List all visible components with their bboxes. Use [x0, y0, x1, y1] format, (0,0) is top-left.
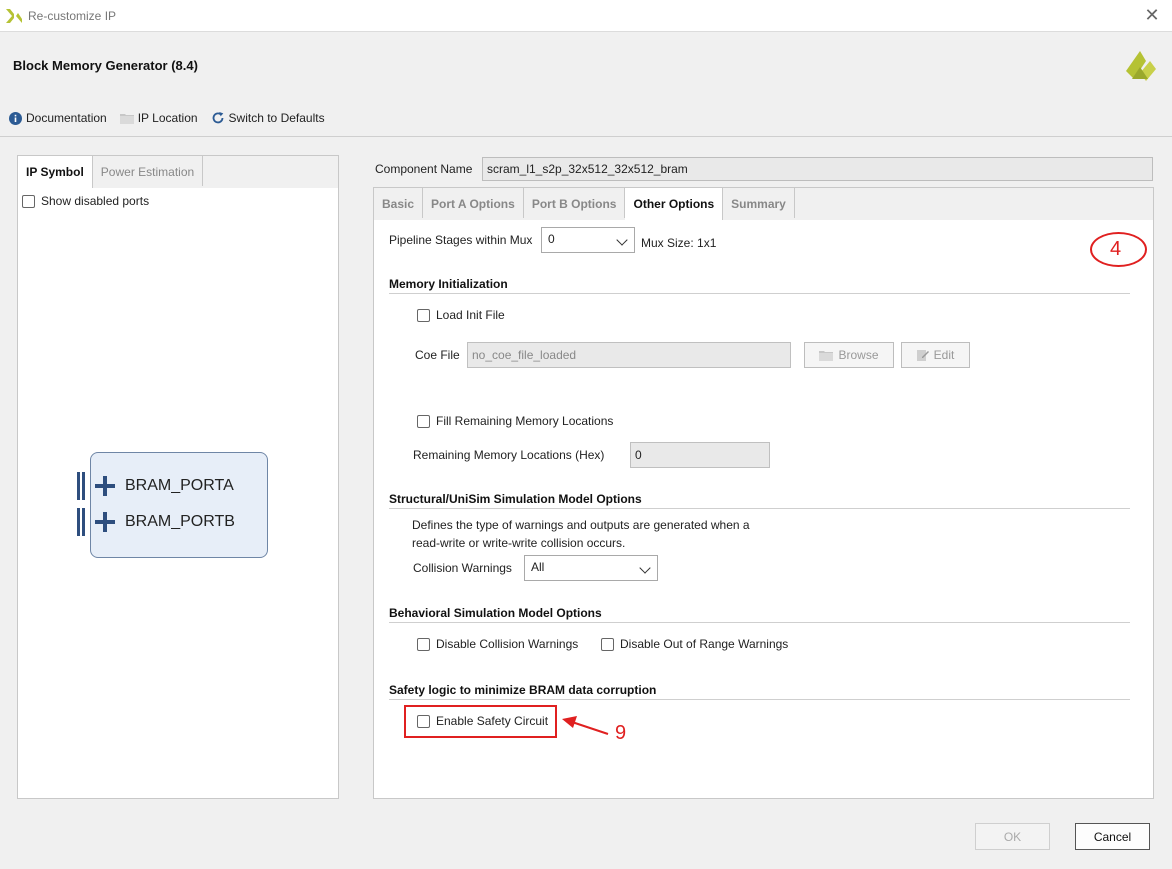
- tab-summary[interactable]: Summary: [723, 188, 795, 218]
- options-tab-bar: Basic Port A Options Port B Options Othe…: [374, 188, 1153, 220]
- load-init-file-checkbox[interactable]: [417, 308, 430, 322]
- structural-description-line2: read-write or write-write collision occu…: [412, 536, 626, 550]
- remaining-memory-label: Remaining Memory Locations (Hex): [413, 448, 605, 462]
- folder-icon: [119, 111, 134, 125]
- tab-ip-symbol[interactable]: IP Symbol: [18, 156, 93, 188]
- mux-size-label: Mux Size: 1x1: [641, 236, 717, 250]
- browse-label: Browse: [838, 348, 879, 362]
- folder-icon: [819, 351, 834, 361]
- port-a-label: BRAM_PORTA: [125, 477, 234, 494]
- show-disabled-ports-checkbox[interactable]: [22, 194, 35, 208]
- tab-port-a-options[interactable]: Port A Options: [423, 188, 524, 218]
- safety-heading: Safety logic to minimize BRAM data corru…: [389, 683, 657, 697]
- plus-icon: [95, 512, 115, 532]
- ip-location-button[interactable]: IP Location: [119, 111, 198, 125]
- disable-collision-option: Disable Collision Warnings: [417, 637, 578, 651]
- memory-initialization-heading: Memory Initialization: [389, 277, 508, 291]
- chevron-down-icon: [616, 234, 628, 246]
- divider: [389, 622, 1130, 623]
- remaining-memory-field[interactable]: 0: [630, 442, 770, 468]
- annotation-arrow-icon: [562, 716, 609, 735]
- pipeline-stages-label: Pipeline Stages within Mux: [389, 233, 533, 247]
- window-title: Re-customize IP: [28, 9, 117, 23]
- documentation-label: Documentation: [26, 111, 107, 125]
- edit-icon: [916, 350, 929, 361]
- xilinx-logo-icon: [6, 9, 22, 23]
- switch-defaults-label: Switch to Defaults: [228, 111, 325, 125]
- edit-label: Edit: [933, 348, 955, 362]
- left-tab-bar: IP Symbol Power Estimation: [18, 156, 338, 188]
- title-bar: Re-customize IP ✕: [0, 0, 1172, 32]
- show-disabled-ports-option: Show disabled ports: [22, 194, 149, 208]
- tab-other-options[interactable]: Other Options: [625, 188, 724, 220]
- annotation-label-4: 4: [1110, 238, 1122, 260]
- component-name-label: Component Name: [375, 162, 473, 176]
- component-name-field[interactable]: scram_l1_s2p_32x512_32x512_bram: [482, 157, 1153, 181]
- switch-defaults-button[interactable]: Switch to Defaults: [211, 111, 325, 125]
- disable-range-label: Disable Out of Range Warnings: [620, 637, 789, 651]
- coe-file-field[interactable]: no_coe_file_loaded: [467, 342, 791, 368]
- collision-warnings-label: Collision Warnings: [413, 561, 512, 575]
- divider: [389, 699, 1130, 700]
- load-init-file-option: Load Init File: [417, 308, 505, 322]
- close-icon[interactable]: ✕: [1142, 5, 1162, 25]
- documentation-button[interactable]: Documentation: [8, 111, 107, 125]
- bus-icon: [77, 472, 85, 500]
- divider: [389, 508, 1130, 509]
- chevron-down-icon: [639, 562, 651, 574]
- collision-warnings-value: All: [531, 560, 545, 574]
- disable-range-option: Disable Out of Range Warnings: [601, 637, 788, 651]
- ip-name-title: Block Memory Generator (8.4): [13, 58, 198, 73]
- browse-button[interactable]: Browse: [804, 342, 894, 368]
- port-a-row[interactable]: BRAM_PORTA: [77, 472, 234, 500]
- header: Block Memory Generator (8.4) Documentati…: [0, 33, 1172, 137]
- ip-symbol-panel: IP Symbol Power Estimation Show disabled…: [17, 155, 339, 799]
- port-b-row[interactable]: BRAM_PORTB: [77, 508, 235, 536]
- collision-warnings-select[interactable]: All: [524, 555, 658, 581]
- plus-icon: [95, 476, 115, 496]
- toolbar: Documentation IP Location Switch to Defa…: [8, 109, 338, 127]
- disable-range-checkbox[interactable]: [601, 637, 614, 651]
- ok-button[interactable]: OK: [975, 823, 1050, 850]
- behavioral-heading: Behavioral Simulation Model Options: [389, 606, 602, 620]
- disable-collision-label: Disable Collision Warnings: [436, 637, 579, 651]
- cancel-button[interactable]: Cancel: [1075, 823, 1150, 850]
- port-b-label: BRAM_PORTB: [125, 513, 235, 530]
- coe-file-label: Coe File: [415, 348, 460, 362]
- divider: [389, 293, 1130, 294]
- show-disabled-ports-label: Show disabled ports: [41, 194, 150, 208]
- structural-description-line1: Defines the type of warnings and outputs…: [412, 518, 750, 532]
- tab-power-estimation[interactable]: Power Estimation: [93, 156, 204, 186]
- annotation-highlight-box: [404, 705, 557, 738]
- fill-remaining-option: Fill Remaining Memory Locations: [417, 414, 613, 428]
- bus-icon: [77, 508, 85, 536]
- pipeline-stages-select[interactable]: 0: [541, 227, 635, 253]
- ip-symbol-block: BRAM_PORTA BRAM_PORTB: [77, 452, 268, 558]
- fill-remaining-label: Fill Remaining Memory Locations: [436, 414, 614, 428]
- tab-basic[interactable]: Basic: [374, 188, 424, 218]
- annotation-label-9: 9: [615, 722, 627, 744]
- xilinx-brand-icon: [1126, 51, 1156, 81]
- ip-location-label: IP Location: [137, 111, 198, 125]
- edit-button[interactable]: Edit: [901, 342, 970, 368]
- fill-remaining-checkbox[interactable]: [417, 414, 430, 428]
- pipeline-stages-value: 0: [548, 232, 555, 246]
- info-icon: [8, 111, 22, 125]
- structural-heading: Structural/UniSim Simulation Model Optio…: [389, 492, 642, 506]
- load-init-file-label: Load Init File: [436, 308, 505, 322]
- refresh-icon: [211, 111, 225, 125]
- tab-port-b-options[interactable]: Port B Options: [524, 188, 626, 218]
- disable-collision-checkbox[interactable]: [417, 637, 430, 651]
